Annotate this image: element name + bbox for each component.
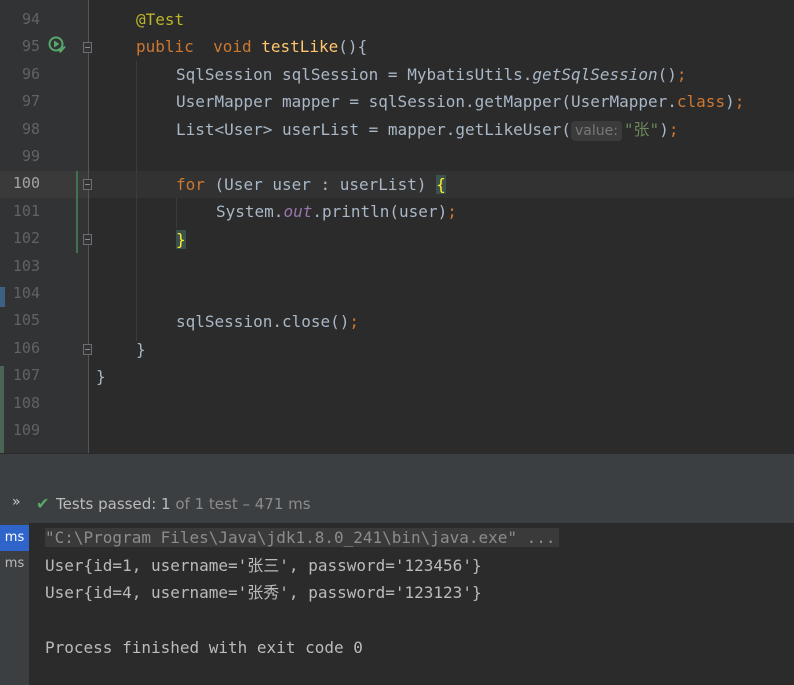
code-text: (User user : userList)	[204, 175, 437, 194]
modified-lines-marker	[76, 171, 78, 253]
keyword-for: for	[176, 175, 205, 194]
code-text: List<User> userList = mapper.getLikeUser…	[176, 120, 571, 139]
code-text: sqlSession.close()	[176, 312, 350, 331]
code-text: ()	[657, 65, 677, 84]
code-text: )	[725, 92, 735, 111]
test-status-bar: » ✔ Tests passed: 1 of 1 test – 471 ms	[0, 487, 794, 524]
check-icon: ✔	[36, 494, 50, 513]
expand-chevron-icon[interactable]: »	[12, 494, 21, 510]
brace-match-close: }	[176, 230, 186, 249]
test-tree-item-test[interactable]: ms	[0, 551, 29, 577]
annotation: @Test	[136, 10, 185, 29]
code-text: SqlSession sqlSession = MybatisUtils.	[176, 65, 533, 84]
indent-guide	[136, 61, 137, 341]
line-number[interactable]: 95	[0, 33, 40, 60]
string-literal: "张"	[623, 120, 660, 139]
static-call: getSqlSession	[532, 65, 658, 84]
gutter-divider	[88, 0, 89, 453]
code-line-101[interactable]: System.out.println(user);	[216, 198, 457, 225]
closing-brace: }	[136, 340, 146, 359]
test-tree-item-root[interactable]: ms	[0, 525, 29, 551]
passed-count: 1	[161, 495, 171, 513]
line-number[interactable]: 103	[0, 253, 40, 280]
semicolon: ;	[734, 92, 745, 111]
fold-marker-icon[interactable]	[83, 179, 92, 190]
line-number[interactable]: 107	[0, 362, 40, 389]
code-line-102[interactable]: }	[176, 226, 186, 253]
line-number[interactable]: 106	[0, 335, 40, 362]
keyword-public: public	[136, 37, 194, 56]
code-text: )	[659, 120, 669, 139]
console-output[interactable]: "C:\Program Files\Java\jdk1.8.0_241\bin\…	[30, 523, 794, 685]
line-number[interactable]: 97	[0, 88, 40, 115]
semicolon: ;	[676, 65, 687, 84]
semicolon: ;	[668, 120, 679, 139]
code-line-100[interactable]: for (User user : userList) {	[176, 171, 446, 198]
fold-marker-icon[interactable]	[83, 42, 92, 53]
line-number[interactable]: 94	[0, 6, 40, 33]
fold-marker-icon[interactable]	[83, 344, 92, 355]
run-test-passed-icon[interactable]	[48, 36, 66, 54]
line-number[interactable]: 99	[0, 143, 40, 170]
code-line-105[interactable]: sqlSession.close();	[176, 308, 359, 335]
indent-guide	[176, 198, 177, 228]
code-line-106[interactable]: }	[136, 336, 146, 363]
line-number[interactable]: 101	[0, 198, 40, 225]
console-line: User{id=4, username='张秀', password='1231…	[45, 583, 482, 602]
tests-passed-label: Tests passed:	[56, 495, 162, 513]
code-line-94[interactable]: @Test	[136, 6, 184, 33]
parameter-hint: value:	[570, 121, 622, 141]
code-editor[interactable]: 94 95 96 97 98 99 100 101 102 103 104 105 106 107 108 1…	[0, 0, 794, 453]
console-line-exit: Process finished with exit code 0	[45, 638, 363, 657]
line-number[interactable]: 96	[0, 61, 40, 88]
code-line-107[interactable]: }	[96, 363, 106, 390]
code-line-98[interactable]: List<User> userList = mapper.getLikeUser…	[176, 116, 678, 143]
code-line-97[interactable]: UserMapper mapper = sqlSession.getMapper…	[176, 88, 744, 115]
code-text: UserMapper mapper = sqlSession.getMapper…	[176, 92, 677, 111]
code-line-96[interactable]: SqlSession sqlSession = MybatisUtils.get…	[176, 61, 687, 88]
code-text: System.	[216, 202, 284, 221]
code-text: .println(user)	[312, 202, 448, 221]
test-summary: of 1 test – 471 ms	[170, 495, 311, 513]
brace-match-open: {	[436, 175, 446, 194]
panel-splitter[interactable]	[0, 453, 794, 488]
test-result-text: Tests passed: 1 of 1 test – 471 ms	[56, 495, 311, 513]
code-text: (){	[338, 37, 368, 56]
code-line-95[interactable]: public void testLike(){	[136, 33, 367, 60]
line-number[interactable]: 108	[0, 390, 40, 417]
console-line: User{id=1, username='张三', password='1234…	[45, 556, 482, 575]
line-number[interactable]: 104	[0, 280, 40, 307]
semicolon: ;	[349, 312, 360, 331]
keyword-class: class	[676, 92, 726, 111]
line-number[interactable]: 102	[0, 225, 40, 252]
line-number[interactable]: 109	[0, 417, 40, 444]
keyword-void: void	[213, 37, 252, 56]
console-line-command: "C:\Program Files\Java\jdk1.8.0_241\bin\…	[45, 524, 559, 551]
method-name: testLike	[261, 37, 339, 56]
closing-brace: }	[96, 367, 106, 386]
line-number[interactable]: 98	[0, 116, 40, 143]
semicolon: ;	[447, 202, 457, 221]
static-field: out	[283, 202, 313, 221]
fold-marker-icon[interactable]	[83, 234, 92, 245]
command-line[interactable]: "C:\Program Files\Java\jdk1.8.0_241\bin\…	[45, 528, 559, 547]
test-tree: ms ms	[0, 523, 30, 685]
line-number[interactable]: 100	[0, 170, 40, 197]
line-number[interactable]: 105	[0, 307, 40, 334]
